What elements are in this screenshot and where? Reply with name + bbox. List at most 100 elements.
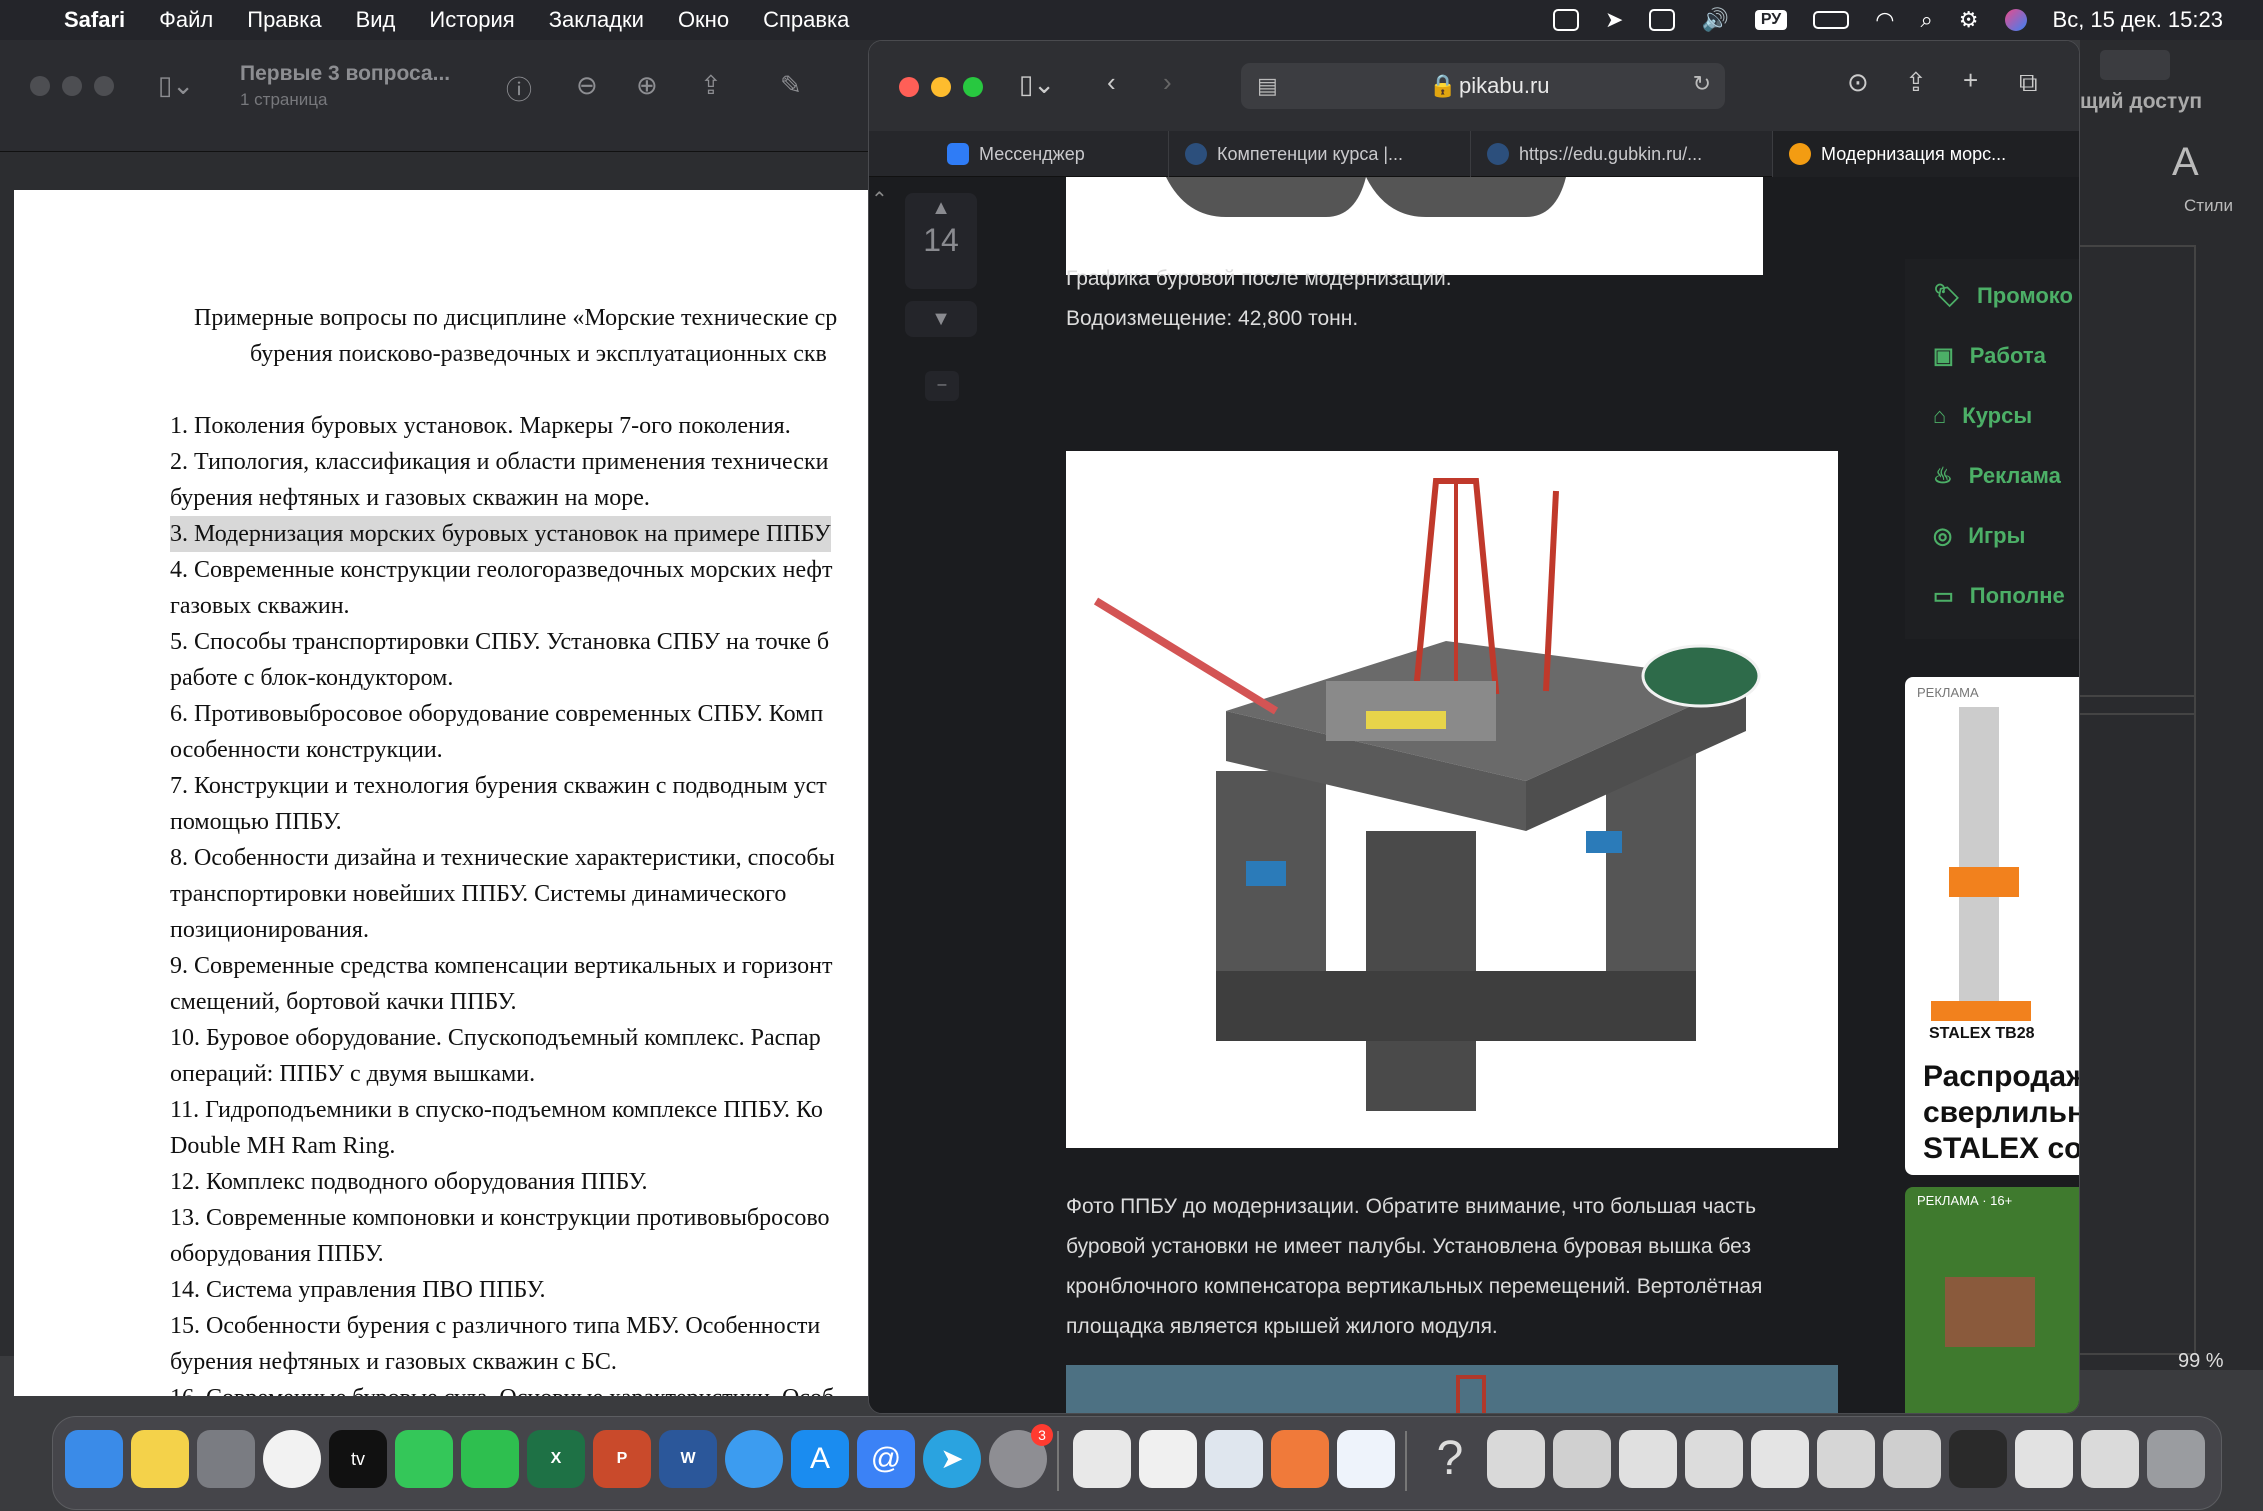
swift-playgrounds-icon[interactable] [1271,1430,1329,1488]
minimized-window-thumbnail[interactable] [1487,1430,1545,1488]
minimized-window-thumbnail[interactable] [1553,1430,1611,1488]
minimized-window-thumbnail[interactable] [1619,1430,1677,1488]
doc-line: 9. Современные средства компенсации верт… [170,953,833,979]
photos-icon[interactable] [263,1430,321,1488]
ad-banner-drill[interactable]: РЕКЛАМА STALEX TB28 Распродаж сверлильн … [1905,677,2079,1175]
sidebar-icon[interactable]: ▯⌄ [1019,69,1055,100]
facetime-icon[interactable] [461,1430,519,1488]
word-share-label[interactable]: щий доступ [2080,90,2202,114]
word-zoom[interactable]: 99 % [2178,1350,2224,1373]
share-icon[interactable]: ⇪ [1905,67,1927,98]
downvote-icon[interactable]: ▼ [905,301,977,337]
excel-icon[interactable]: X [527,1430,585,1488]
word-icon[interactable]: W [659,1430,717,1488]
new-tab-icon[interactable]: + [1963,65,1978,96]
ad-banner-house[interactable]: РЕКЛАМА · 16+ [1905,1187,2079,1413]
collapse-icon[interactable]: ⌃ [871,187,888,212]
reader-icon[interactable]: ▤ [1257,73,1278,99]
minimized-window-thumbnail[interactable] [2081,1430,2139,1488]
address-bar[interactable]: ▤ 🔒 pikabu.ru ↻ [1241,63,1725,109]
clock[interactable]: Вс, 15 дек. 15:23 [2053,7,2223,33]
close-button[interactable] [30,76,50,96]
minimize-button[interactable] [931,77,951,97]
markup-icon[interactable]: ✎ [780,70,802,101]
menu-window[interactable]: Окно [678,7,729,33]
doc-line: 8. Особенности дизайна и технические хар… [170,845,835,871]
reload-icon[interactable]: ↻ [1693,71,1711,97]
zoom-out-icon[interactable]: ⊖ [576,70,598,101]
minimized-window-thumbnail[interactable] [1751,1430,1809,1488]
drill-press-image [1959,707,1999,1007]
powerpoint-icon[interactable]: P [593,1430,651,1488]
wifi-icon[interactable]: ◠ [1875,7,1894,33]
minimized-window-thumbnail[interactable] [2015,1430,2073,1488]
input-language[interactable]: РУ [1754,10,1788,30]
messages-icon[interactable] [395,1430,453,1488]
minimize-button[interactable] [62,76,82,96]
battery-icon[interactable] [1813,11,1850,29]
close-button[interactable] [899,77,919,97]
help-icon[interactable]: ? [1421,1430,1479,1488]
word-styles-label[interactable]: Стили [2184,196,2233,216]
telegram-status-icon[interactable]: ➤ [1605,7,1623,33]
url-text[interactable]: pikabu.ru [1459,73,1550,99]
minus-icon[interactable]: – [925,371,959,401]
status-app-icon[interactable] [1553,9,1579,31]
app-store-icon[interactable]: A [791,1430,849,1488]
safari-icon[interactable] [725,1430,783,1488]
finder-icon[interactable] [65,1430,123,1488]
minimized-window-thumbnail[interactable] [1883,1430,1941,1488]
sidebar-item-work[interactable]: ▣ Работа [1933,343,2046,369]
tab-overview-icon[interactable]: ⧉ [2019,67,2038,99]
back-icon[interactable]: ‹ [1107,67,1116,98]
apple-tv-icon[interactable]: tv [329,1430,387,1488]
doc-line: особенности конструкции. [170,737,443,763]
tab-messenger[interactable]: Мессенджер [869,131,1169,177]
minimized-window-thumbnail[interactable] [1685,1430,1743,1488]
tab-edu-gubkin[interactable]: https://edu.gubkin.ru/... [1471,131,1773,177]
minimized-window-thumbnail[interactable] [1949,1430,2007,1488]
menu-view[interactable]: Вид [356,7,396,33]
sidebar-item-courses[interactable]: ⌂ Курсы [1933,403,2032,429]
sidebar-icon[interactable]: ▯⌄ [158,70,194,101]
word-search-field[interactable] [2100,50,2170,80]
trash-icon[interactable] [2147,1430,2205,1488]
info-icon[interactable]: ⓘ [506,70,532,107]
sidebar-item-topup[interactable]: ▭ Пополне [1933,583,2065,609]
sidebar-item-games[interactable]: ◎ Игры [1933,523,2025,549]
upvote-icon[interactable]: ▲ [905,197,977,220]
zoom-button[interactable] [963,77,983,97]
menu-bookmarks[interactable]: Закладки [549,7,644,33]
script-editor-icon[interactable] [1073,1430,1131,1488]
forward-icon[interactable]: › [1163,67,1172,98]
preview-icon[interactable] [1205,1430,1263,1488]
menu-edit[interactable]: Правка [247,7,321,33]
styles-icon[interactable]: A [2172,140,2199,185]
menu-history[interactable]: История [429,7,514,33]
zoom-in-icon[interactable]: ⊕ [636,70,658,101]
zoom-button[interactable] [94,76,114,96]
display-icon[interactable] [1649,9,1676,31]
tab-pikabu-active[interactable]: Модернизация морс... [1773,131,2079,177]
menu-file[interactable]: Файл [159,7,213,33]
downloads-icon[interactable]: ⊙ [1847,67,1869,98]
freeform-icon[interactable] [1337,1430,1395,1488]
sidebar-item-ads[interactable]: ♨ Реклама [1933,463,2061,489]
textedit-icon[interactable] [1139,1430,1197,1488]
sidebar-item-promo[interactable]: 🏷 Промоко [1933,283,2073,309]
volume-icon[interactable]: 🔊 [1701,7,1728,33]
tab-competencies[interactable]: Компетенции курса |... [1169,131,1471,177]
launchpad-icon[interactable] [197,1430,255,1488]
share-icon[interactable]: ⇪ [700,70,722,101]
system-settings-icon[interactable]: 3 [989,1424,1053,1488]
minimized-window-thumbnail[interactable] [1817,1430,1875,1488]
telegram-icon[interactable]: ➤ [923,1430,981,1488]
doc-line: 2. Типология, классификация и области пр… [170,449,829,475]
notes-icon[interactable] [131,1430,189,1488]
control-center-icon[interactable]: ⚙ [1959,7,1979,33]
menu-help[interactable]: Справка [763,7,849,33]
menu-app-name[interactable]: Safari [64,7,125,33]
mail-ru-icon[interactable]: @ [857,1430,915,1488]
siri-icon[interactable] [2004,9,2027,31]
spotlight-icon[interactable]: ⌕ [1920,7,1932,33]
